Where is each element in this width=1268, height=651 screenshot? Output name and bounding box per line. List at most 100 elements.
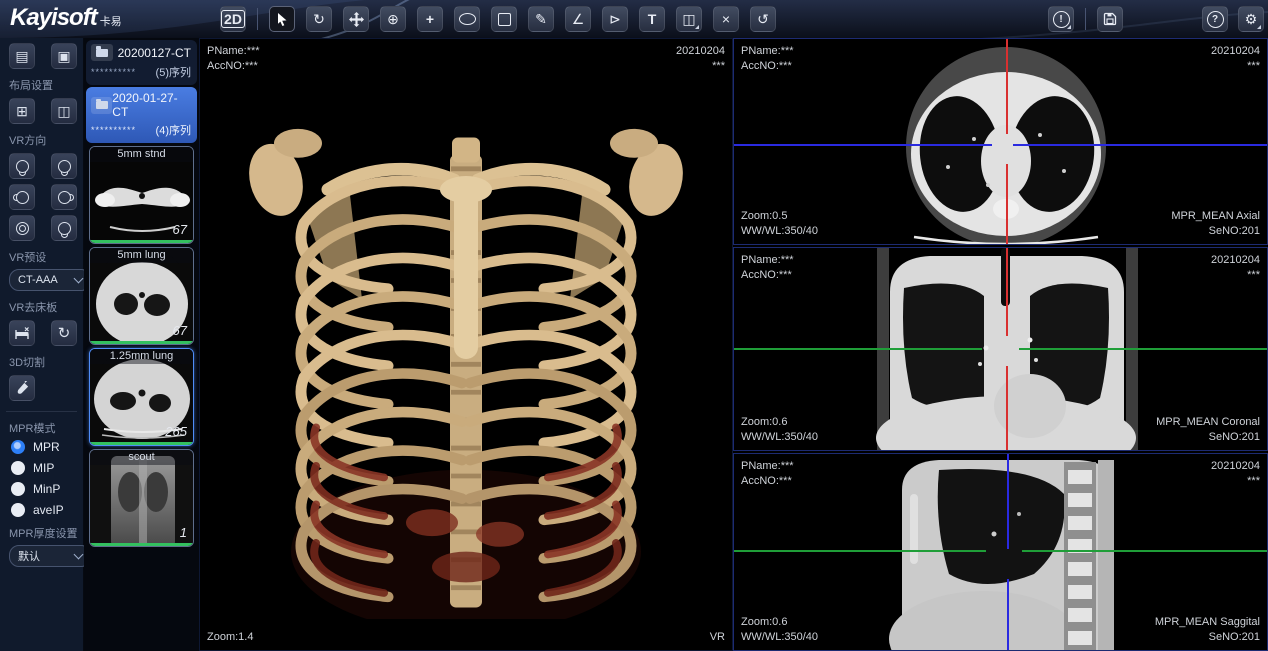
coronal-crosshair-vertical-red[interactable] <box>1006 366 1008 450</box>
toggle-left-panel-button[interactable]: ▤ <box>9 43 35 69</box>
chevron-down-icon <box>74 274 84 284</box>
text-annotate-button[interactable]: T <box>639 6 665 32</box>
axial-crosshair-vertical-red[interactable] <box>1006 39 1008 134</box>
axial-crosshair-vertical-red[interactable] <box>1006 164 1008 244</box>
series-thumbnail-5mm-stnd[interactable]: 5mm stnd 67 <box>89 146 194 244</box>
mpr-mode-option-mpr[interactable]: MPR <box>11 440 83 454</box>
sagittal-crosshair-horizontal-green[interactable] <box>1022 550 1267 552</box>
reset-view-button[interactable]: ↺ <box>750 6 776 32</box>
mpr-sagittal-viewport[interactable]: PName:*** AccNO:*** 20210204 *** Zoom:0.… <box>733 453 1268 651</box>
cut-3d-label: 3D切割 <box>9 354 83 370</box>
arrow-annotate-button[interactable]: ⊳ <box>602 6 628 32</box>
sagittal-crosshair-vertical-blue[interactable] <box>1007 454 1009 549</box>
scalpel-cut-button[interactable] <box>9 375 35 401</box>
settings-button[interactable]: ⚙ <box>1238 6 1264 32</box>
vr-bottom-view-button[interactable] <box>51 215 77 241</box>
study-item-1[interactable]: 20200127-CT ********** (5)序列 <box>86 40 197 85</box>
mpr-mode-option-mip[interactable]: MIP <box>11 461 83 475</box>
coronal-crosshair-horizontal-green[interactable] <box>1019 348 1267 350</box>
zoom-tool-button[interactable]: ⊕ <box>380 6 406 32</box>
vr-direction-label: VR方向 <box>9 132 83 148</box>
window-level-button[interactable]: ◫ <box>676 6 702 32</box>
split-layout-button[interactable]: ◫ <box>51 98 77 124</box>
mpr-mode-option-label: MinP <box>33 482 60 496</box>
sagittal-crosshair-horizontal-green[interactable] <box>734 550 986 552</box>
reset-rotate-icon: ↻ <box>58 324 71 342</box>
masked-patient-id: ********** <box>91 125 136 135</box>
study-title-row: 20200127-CT <box>91 44 191 61</box>
series-thumbnail-scout[interactable]: scout 1 <box>89 449 194 547</box>
delete-annotations-button[interactable]: × <box>713 6 739 32</box>
pan-icon <box>349 12 364 27</box>
scalpel-icon <box>15 381 30 396</box>
split-layout-icon: ◫ <box>57 103 70 120</box>
series-thumbnail-5mm-lung[interactable]: 5mm lung 67 <box>89 247 194 345</box>
crosshair-locate-button[interactable]: + <box>417 6 443 32</box>
head-left-icon <box>16 191 29 204</box>
vr-top-view-button[interactable] <box>9 215 35 241</box>
coronal-series-label: MPR_MEAN Coronal <box>1156 415 1260 430</box>
axial-crosshair-horizontal-blue[interactable] <box>734 144 992 146</box>
save-export-button[interactable] <box>1097 6 1123 32</box>
bed-reset-button[interactable]: ↻ <box>51 320 77 346</box>
text-icon: T <box>648 12 657 26</box>
sagittal-zoom-overlay: Zoom:0.6 WW/WL:350/40 <box>741 615 818 645</box>
vr-left-view-button[interactable] <box>9 184 35 210</box>
coronal-crosshair-horizontal-green[interactable] <box>734 348 982 350</box>
axial-masked: *** <box>1211 59 1260 74</box>
sagittal-crosshair-vertical-blue[interactable] <box>1007 579 1009 650</box>
thumbnail-label: 1.25mm lung <box>90 349 193 364</box>
study-sub-row: ********** (4)序列 <box>91 122 191 138</box>
mpr-coronal-viewport[interactable]: PName:*** AccNO:*** 20210204 *** Zoom:0.… <box>733 247 1268 451</box>
window-level-icon: ◫ <box>682 12 695 26</box>
axial-crosshair-horizontal-blue[interactable] <box>1013 144 1267 146</box>
vr-3d-viewport[interactable]: PName:*** AccNO:*** 20210204 *** Zoom:1.… <box>199 38 733 651</box>
series-count: (4)序列 <box>156 122 191 138</box>
angle-measure-button[interactable]: ∠ <box>565 6 591 32</box>
mpr-axial-viewport[interactable]: PName:*** AccNO:*** 20210204 *** Zoom:0.… <box>733 38 1268 245</box>
magnifier-plus-icon: ⊕ <box>387 12 399 26</box>
pencil-measure-button[interactable]: ✎ <box>528 6 554 32</box>
vr-preset-select[interactable]: CT-AAA <box>9 269 91 291</box>
toggle-right-panel-button[interactable]: ▣ <box>51 43 77 69</box>
vr-back-view-button[interactable] <box>51 153 77 179</box>
head-right-icon <box>58 191 71 204</box>
grid-layout-button[interactable]: ⊞ <box>9 98 35 124</box>
question-icon: ? <box>1207 11 1224 28</box>
about-info-button[interactable]: ! <box>1048 6 1074 32</box>
rect-roi-button[interactable] <box>491 6 517 32</box>
mpr-thickness-label: MPR厚度设置 <box>9 525 83 541</box>
gear-icon: ⚙ <box>1245 12 1258 26</box>
sagittal-masked: *** <box>1211 474 1260 489</box>
arrow-pointer-icon: ⊳ <box>609 12 621 26</box>
vr-right-view-button[interactable] <box>51 184 77 210</box>
series-thumbnail-125mm-lung-selected[interactable]: 1.25mm lung 265 <box>89 348 194 446</box>
cursor-select-button[interactable] <box>269 6 295 32</box>
2d-mode-button[interactable]: 2D <box>220 6 246 32</box>
rotate-3d-button[interactable]: ↻ <box>306 6 332 32</box>
mpr-mode-option-aveip[interactable]: aveIP <box>11 503 83 517</box>
2d-mode-icon: 2D <box>221 10 245 28</box>
toolbar-info-save-group: ! <box>1048 6 1123 32</box>
vr-front-view-button[interactable] <box>9 153 35 179</box>
panel-list-icon: ▤ <box>15 48 28 65</box>
sagittal-zoom: Zoom:0.6 <box>741 615 818 630</box>
study-item-2-selected[interactable]: 2020-01-27-CT ********** (4)序列 <box>86 87 197 143</box>
remove-bed-button[interactable] <box>9 320 35 346</box>
mpr-mode-option-minp[interactable]: MinP <box>11 482 83 496</box>
vr-ribcage-rendering <box>246 99 686 619</box>
help-button[interactable]: ? <box>1202 6 1228 32</box>
layout-settings-label: 布局设置 <box>9 77 83 93</box>
mpr-mode-label: MPR模式 <box>9 420 83 436</box>
vr-zoom: Zoom:1.4 <box>207 630 253 645</box>
mpr-thickness-select[interactable]: 默认 <box>9 545 91 567</box>
sagittal-accno: AccNO:*** <box>741 474 794 489</box>
coronal-wwwl: WW/WL:350/40 <box>741 430 818 445</box>
pan-button[interactable] <box>343 6 369 32</box>
thumbnail-progress-bar <box>90 341 193 344</box>
vr-direction-row-3 <box>9 215 83 241</box>
coronal-date: 20210204 <box>1211 253 1260 268</box>
vr-preset-value: CT-AAA <box>18 274 58 286</box>
coronal-crosshair-vertical-red[interactable] <box>1006 248 1008 336</box>
ellipse-roi-button[interactable] <box>454 6 480 32</box>
